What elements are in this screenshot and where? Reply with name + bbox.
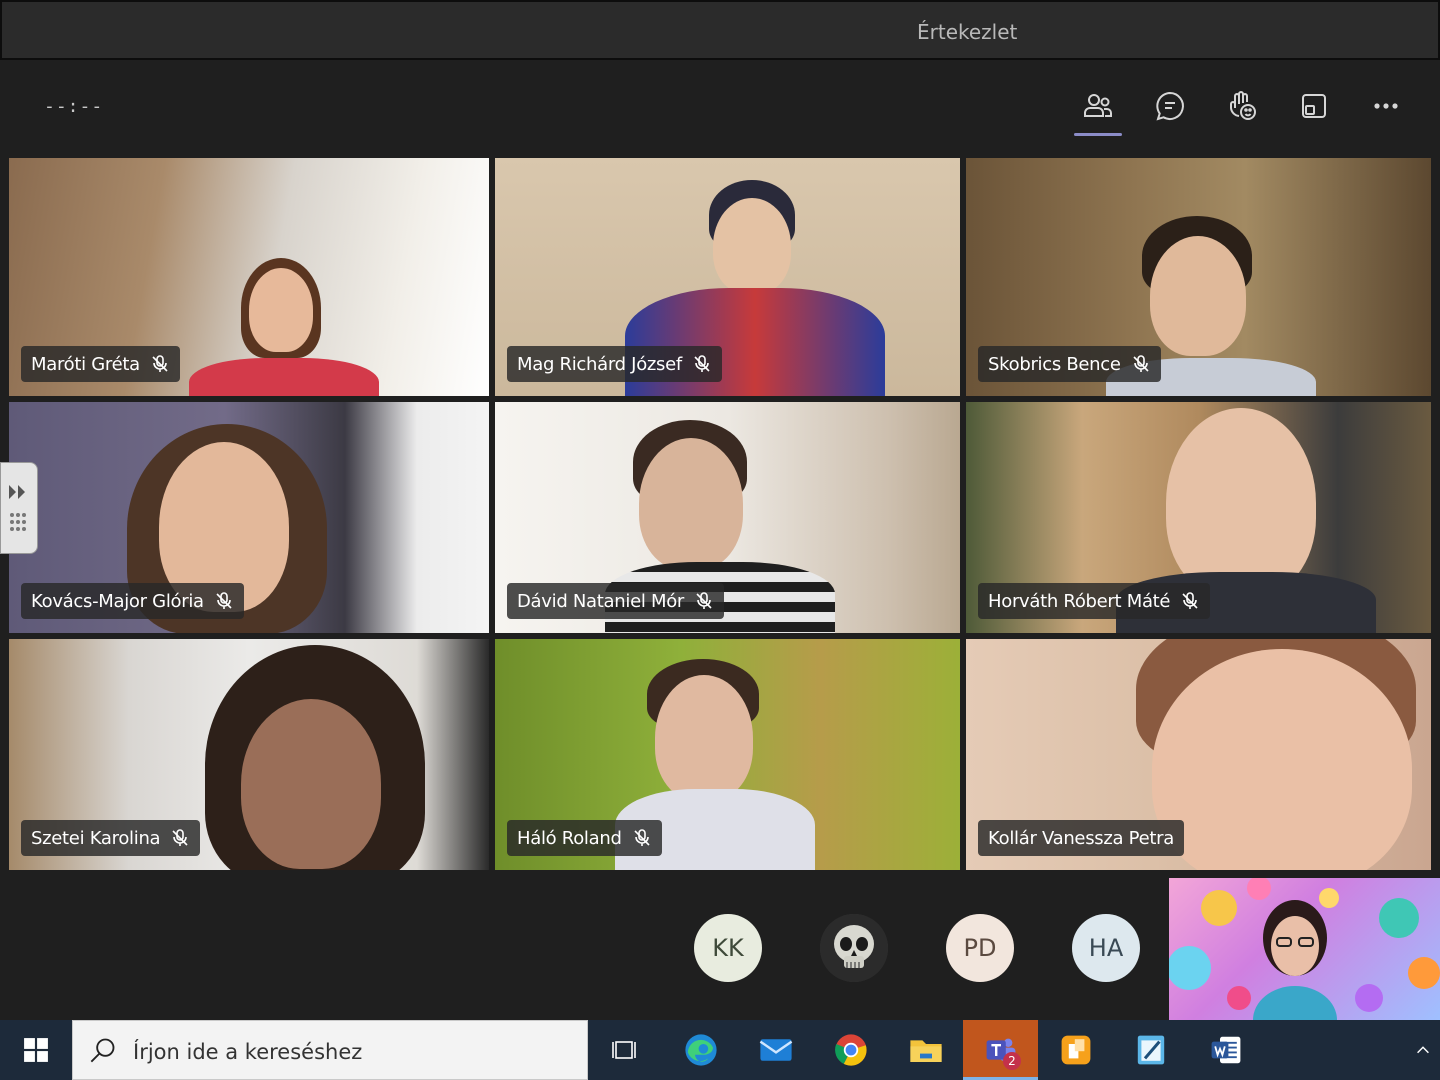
- edge-taskbar-button[interactable]: [663, 1020, 738, 1080]
- mail-taskbar-button[interactable]: [738, 1020, 813, 1080]
- participant-name: Maróti Gréta: [31, 353, 140, 375]
- teams-meeting-window: Értekezlet --:-- Maróti Gréta Mag Richár…: [0, 0, 1440, 1080]
- participant-name: Háló Roland: [517, 827, 622, 849]
- teams-notification-badge: 2: [1003, 1052, 1021, 1070]
- notepad-taskbar-button[interactable]: [1113, 1020, 1188, 1080]
- participant-name-tag: Dávid Nataniel Mór: [507, 583, 725, 619]
- more-options-button[interactable]: [1362, 84, 1410, 128]
- self-video-image: [1169, 878, 1440, 1020]
- participant-avatar[interactable]: HA: [1072, 914, 1140, 982]
- word-icon: [1211, 1036, 1240, 1064]
- video-tile[interactable]: Horváth Róbert Máté: [966, 402, 1431, 633]
- mic-off-icon: [1182, 592, 1198, 609]
- video-tile[interactable]: Skobrics Bence: [966, 158, 1431, 396]
- mic-off-icon: [696, 592, 712, 609]
- participant-name: Skobrics Bence: [988, 353, 1121, 375]
- word-taskbar-button[interactable]: [1188, 1020, 1263, 1080]
- participant-name-tag: Kovács-Major Glória: [21, 583, 244, 619]
- reactions-button[interactable]: [1218, 84, 1266, 128]
- video-tile[interactable]: Háló Roland: [495, 639, 960, 870]
- participant-name: Mag Richárd József: [517, 353, 682, 375]
- teams-taskbar-button[interactable]: 2: [963, 1020, 1038, 1080]
- video-tile[interactable]: Maróti Gréta: [9, 158, 489, 396]
- mic-off-icon: [1133, 355, 1149, 372]
- video-tile[interactable]: Kollár Vanessza Petra: [966, 639, 1431, 870]
- avatar-initials: PD: [963, 934, 997, 962]
- taskbar-search-box[interactable]: Írjon ide a kereséshez: [72, 1020, 588, 1080]
- video-tile[interactable]: Szetei Karolina: [9, 639, 489, 870]
- participant-name-tag: Horváth Róbert Máté: [978, 583, 1211, 619]
- window-title: Értekezlet: [917, 20, 1018, 44]
- chat-button[interactable]: [1146, 84, 1194, 128]
- task-view-icon: [611, 1041, 636, 1059]
- windows-taskbar: Írjon ide a kereséshez 2: [0, 1020, 1440, 1080]
- windows-logo-icon: [24, 1038, 48, 1062]
- more-icon: [1374, 103, 1398, 109]
- mic-off-icon: [172, 829, 188, 846]
- avatar-initials: KK: [712, 934, 744, 962]
- mail-icon: [759, 1039, 792, 1061]
- people-icon: [1084, 94, 1112, 117]
- participant-name-tag: Szetei Karolina: [21, 820, 201, 856]
- participant-name: Szetei Karolina: [31, 827, 161, 849]
- participant-avatar[interactable]: PD: [946, 914, 1014, 982]
- participant-name: Dávid Nataniel Mór: [517, 590, 685, 612]
- participant-name: Kovács-Major Glória: [31, 590, 204, 612]
- participant-name-tag: Háló Roland: [507, 820, 662, 856]
- video-tile[interactable]: Kovács-Major Glória: [9, 402, 489, 633]
- participant-name-tag: Mag Richárd József: [507, 346, 722, 382]
- self-video-preview[interactable]: [1169, 878, 1440, 1020]
- start-button[interactable]: [0, 1020, 72, 1080]
- mic-off-icon: [634, 829, 650, 846]
- video-tile[interactable]: Mag Richárd József: [495, 158, 960, 396]
- office-icon: [1061, 1035, 1090, 1065]
- chrome-taskbar-button[interactable]: [813, 1020, 888, 1080]
- title-bar: Értekezlet: [0, 0, 1440, 60]
- mic-off-icon: [152, 355, 168, 372]
- avatar-initials: HA: [1088, 934, 1124, 962]
- meeting-toolbar: --:--: [0, 60, 1440, 152]
- chat-icon: [1156, 91, 1184, 121]
- mic-off-icon: [694, 355, 710, 372]
- share-button[interactable]: [1290, 84, 1338, 128]
- search-icon: [90, 1038, 115, 1063]
- meeting-timer: --:--: [44, 96, 104, 117]
- participant-name-tag: Kollár Vanessza Petra: [978, 820, 1184, 856]
- share-tray-icon: [1302, 94, 1326, 118]
- participant-name: Horváth Róbert Máté: [988, 590, 1171, 612]
- task-view-button[interactable]: [588, 1020, 663, 1080]
- expand-arrows-icon: [9, 485, 26, 531]
- chrome-icon: [834, 1034, 867, 1066]
- participant-avatar[interactable]: [820, 914, 888, 982]
- mic-off-icon: [216, 592, 232, 609]
- participant-name: Kollár Vanessza Petra: [988, 827, 1174, 849]
- participant-name-tag: Maróti Gréta: [21, 346, 180, 382]
- side-panel-handle[interactable]: [0, 462, 38, 554]
- participant-name-tag: Skobrics Bence: [978, 346, 1161, 382]
- participant-avatar[interactable]: KK: [694, 914, 762, 982]
- notepad-icon: [1137, 1035, 1164, 1065]
- participants-button[interactable]: [1074, 84, 1122, 136]
- skull-icon: [820, 914, 888, 982]
- file-explorer-icon: [909, 1040, 942, 1062]
- file-explorer-taskbar-button[interactable]: [888, 1020, 963, 1080]
- search-placeholder: Írjon ide a kereséshez: [133, 1040, 363, 1064]
- edge-icon: [684, 1034, 717, 1066]
- raise-hand-icon: [1230, 91, 1256, 120]
- office-taskbar-button[interactable]: [1038, 1020, 1113, 1080]
- show-hidden-icons-button[interactable]: [1405, 1020, 1440, 1080]
- chevron-up-icon: [1416, 1046, 1429, 1054]
- video-tile[interactable]: Dávid Nataniel Mór: [495, 402, 960, 633]
